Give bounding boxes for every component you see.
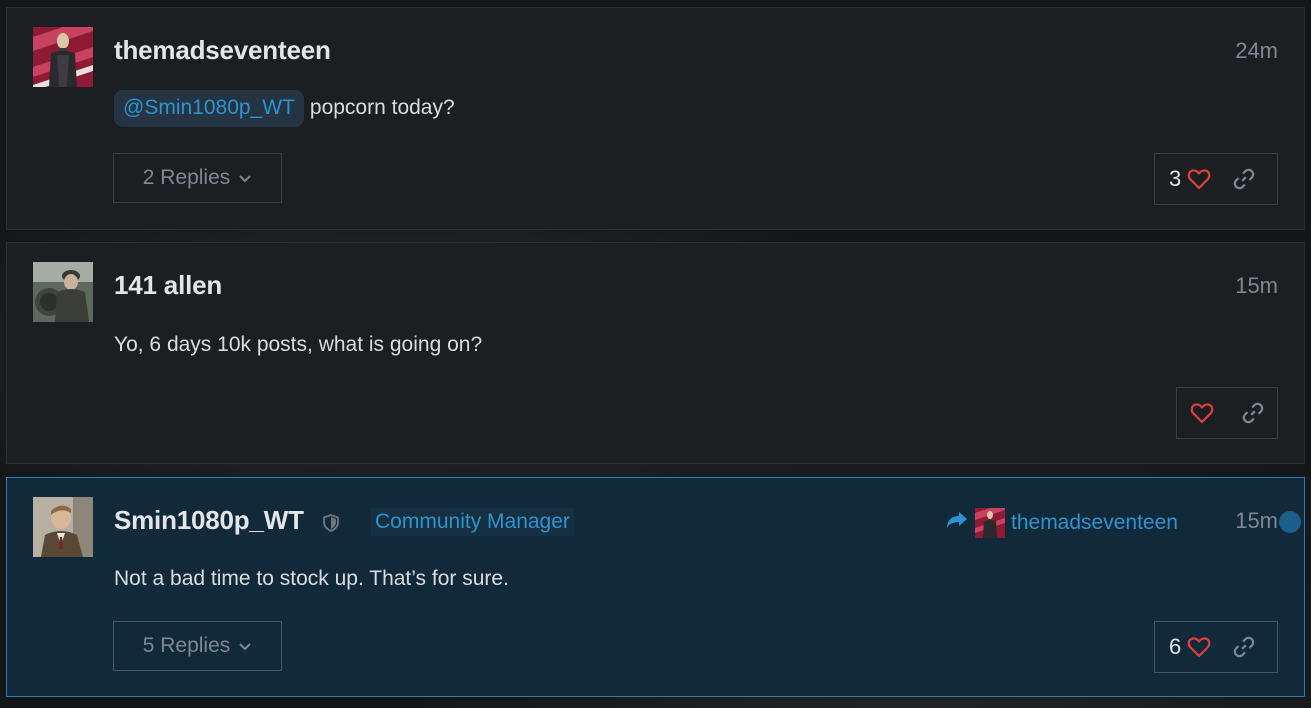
chevron-down-icon (238, 166, 252, 190)
replies-button[interactable]: 5 Replies (113, 621, 282, 671)
chevron-down-icon (238, 634, 252, 658)
avatar[interactable] (33, 262, 93, 322)
post-actions: 6 (1154, 621, 1278, 673)
link-icon[interactable] (1228, 388, 1277, 438)
replies-label: 5 Replies (142, 634, 231, 657)
reply-avatar (975, 508, 1005, 538)
post-actions (1176, 387, 1278, 439)
replies-label: 2 Replies (142, 166, 231, 189)
replies-button[interactable]: 2 Replies (113, 153, 282, 203)
role-badge: Community Manager (371, 508, 574, 536)
post-actions: 3 (1154, 153, 1278, 205)
post-text: Not a bad time to stock up. That’s for s… (114, 567, 509, 590)
shield-icon (323, 514, 339, 537)
post-text: Yo, 6 days 10k posts, what is going on? (114, 333, 483, 356)
timestamp[interactable]: 15m (1235, 273, 1278, 299)
reply-to-username: themadseventeen (1011, 511, 1178, 534)
post-body: @Smin1080p_WT popcorn today? (114, 90, 455, 127)
username[interactable]: themadseventeen (114, 35, 331, 66)
reply-to-link[interactable]: themadseventeen (945, 508, 1178, 538)
link-icon[interactable] (1219, 154, 1269, 204)
post-smin1080p-wt: Smin1080p_WT Community Manager themadsev… (6, 477, 1305, 697)
user-mention[interactable]: @Smin1080p_WT (114, 90, 304, 127)
heart-icon[interactable] (1181, 622, 1217, 672)
like-count[interactable]: 3 (1155, 166, 1181, 192)
post-themadseventeen: themadseventeen 24m @Smin1080p_WT popcorn… (6, 7, 1305, 230)
timestamp[interactable]: 24m (1235, 38, 1278, 64)
timestamp[interactable]: 15m (1235, 508, 1278, 534)
post-text: popcorn today? (309, 96, 455, 119)
username[interactable]: 141 allen (114, 270, 222, 301)
post-141-allen: 141 allen 15m Yo, 6 days 10k posts, what… (6, 242, 1305, 464)
heart-icon[interactable] (1181, 154, 1217, 204)
unread-indicator (1279, 511, 1301, 533)
avatar[interactable] (33, 27, 93, 87)
username[interactable]: Smin1080p_WT (114, 505, 304, 536)
like-count[interactable]: 6 (1155, 634, 1181, 660)
reply-arrow-icon (945, 510, 969, 536)
heart-icon[interactable] (1177, 388, 1226, 438)
avatar[interactable] (33, 497, 93, 557)
link-icon[interactable] (1219, 622, 1269, 672)
